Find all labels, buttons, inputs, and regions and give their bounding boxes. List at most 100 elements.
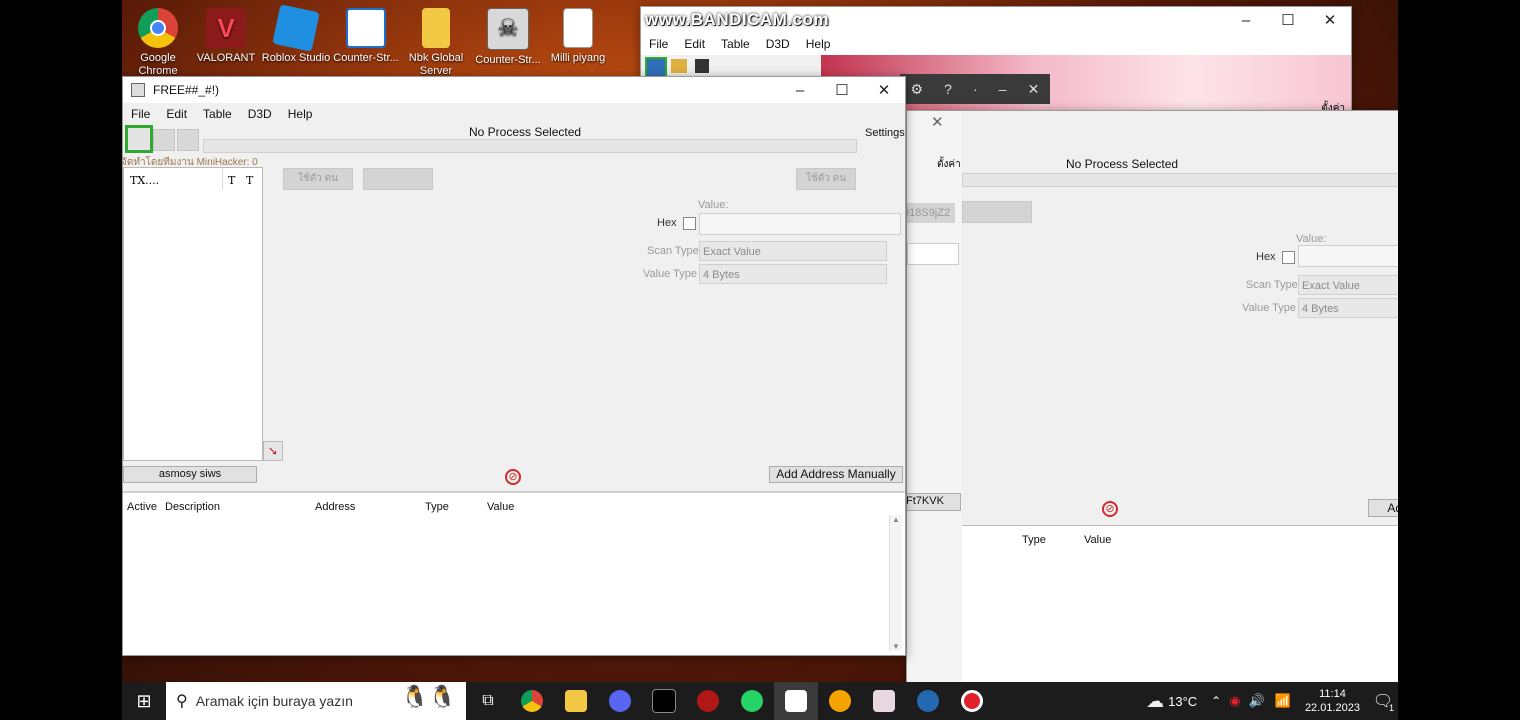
- desktop-icon-chrome[interactable]: Google Chrome: [122, 8, 194, 78]
- found-list[interactable]: TX.... T T: [123, 167, 263, 461]
- start-button[interactable]: ⊞: [122, 682, 166, 720]
- taskbar-bandicam[interactable]: [950, 682, 994, 720]
- menu-table[interactable]: Table: [195, 107, 240, 121]
- address-table-scrollbar[interactable]: ▲ ▼: [889, 515, 902, 651]
- memory-view-button[interactable]: asmosy siws: [123, 466, 257, 483]
- right-window[interactable]: ✕ ตั้งค่า 018S9jZ2 Ft7KVK No Process Sel…: [906, 110, 1398, 687]
- first-scan-button[interactable]: ใช้ตัว ตน: [283, 168, 353, 190]
- minimize-icon[interactable]: –: [999, 81, 1007, 97]
- hex-checkbox[interactable]: [683, 217, 696, 230]
- col-address[interactable]: Address: [315, 501, 355, 513]
- network-icon[interactable]: 📶: [1275, 693, 1291, 709]
- menu-d3d[interactable]: D3D: [240, 107, 280, 121]
- col-active[interactable]: Active: [127, 501, 157, 513]
- open-folder-icon[interactable]: [671, 59, 687, 73]
- tray-chevron-icon[interactable]: ⌃: [1211, 694, 1221, 708]
- taskbar-cheat-engine[interactable]: [906, 682, 950, 720]
- settings-gear-icon[interactable]: ⚙: [911, 81, 924, 98]
- right-value-type-select[interactable]: 4 Bytes: [1298, 298, 1398, 318]
- minimize-button[interactable]: –: [779, 82, 821, 99]
- right-settings-label[interactable]: ตั้งค่า: [937, 157, 961, 172]
- scan-type-label: Scan Type: [647, 245, 699, 257]
- desktop-icon-valorant[interactable]: V VALORANT: [190, 8, 262, 78]
- taskbar-avast[interactable]: [818, 682, 862, 720]
- right-value-type-label: Value Type: [1242, 302, 1297, 314]
- open-process-button[interactable]: [125, 125, 153, 153]
- main-menu: File Edit Table D3D Help: [123, 103, 905, 125]
- desktop-icon-counter-strike-2[interactable]: ☠ Counter-Str...: [472, 8, 544, 80]
- taskbar-chrome[interactable]: [510, 682, 554, 720]
- menu-edit[interactable]: Edit: [158, 107, 195, 121]
- open-file-button[interactable]: [153, 129, 175, 151]
- taskbar-terminal[interactable]: [642, 682, 686, 720]
- notification-count: 1: [1388, 703, 1394, 713]
- right-hex-checkbox[interactable]: [1282, 251, 1295, 264]
- maximize-button[interactable]: ☐: [821, 81, 863, 99]
- menu-help[interactable]: Help: [280, 107, 321, 121]
- menu-table[interactable]: Table: [713, 37, 758, 51]
- right-value-input[interactable]: [1298, 245, 1398, 267]
- memory-view-arrow-icon[interactable]: ➘: [263, 441, 283, 461]
- menu-help[interactable]: Help: [798, 37, 839, 51]
- dark-overlay-toolbar[interactable]: ⚙ ? · – ✕: [900, 74, 1050, 104]
- next-scan-button[interactable]: [363, 168, 433, 190]
- found-list-col-t2: T: [246, 174, 254, 187]
- menu-d3d[interactable]: D3D: [758, 37, 798, 51]
- right-stop-icon[interactable]: ⊘: [1102, 501, 1118, 517]
- right-scan-type-label: Scan Type: [1246, 279, 1298, 291]
- value-input[interactable]: [699, 213, 901, 235]
- taskbar-explorer[interactable]: [554, 682, 598, 720]
- taskbar-active-window[interactable]: [774, 682, 818, 720]
- menu-edit[interactable]: Edit: [676, 37, 713, 51]
- stop-icon[interactable]: ⊘: [505, 469, 521, 485]
- add-address-manually-button[interactable]: Add Address Manually: [769, 466, 903, 483]
- main-window[interactable]: FREE##_#!) – ☐ ✕ File Edit Table D3D Hel…: [122, 76, 906, 656]
- desktop-icon-milli-piyang[interactable]: Milli piyang: [542, 8, 614, 78]
- clock[interactable]: 11:14 22.01.2023: [1305, 687, 1360, 715]
- help-icon[interactable]: ?: [944, 81, 952, 97]
- address-table[interactable]: Active Description Address Type Value ▲ …: [123, 491, 905, 655]
- col-description[interactable]: Description: [165, 501, 220, 513]
- found-list-item[interactable]: TX....: [130, 174, 159, 187]
- right-scan-button[interactable]: [962, 201, 1032, 223]
- right-add-address-button[interactable]: Add: [1368, 499, 1398, 517]
- close-icon[interactable]: ✕: [1028, 81, 1040, 98]
- menu-file[interactable]: File: [123, 107, 158, 121]
- taskbar-game[interactable]: [686, 682, 730, 720]
- undo-scan-button[interactable]: ใช้ตัว ตน: [796, 168, 856, 190]
- menu-file[interactable]: File: [641, 37, 676, 51]
- save-icon[interactable]: [695, 59, 709, 73]
- minimize-button[interactable]: –: [1225, 12, 1267, 29]
- penguin-decoration: 🐧🐧: [401, 684, 456, 709]
- col-type[interactable]: Type: [425, 501, 449, 513]
- task-view-button[interactable]: ⧉: [466, 682, 510, 720]
- right-input-fragment[interactable]: [907, 243, 959, 265]
- found-list-col-t1: T: [228, 174, 236, 187]
- volume-icon[interactable]: 🔊: [1249, 693, 1265, 709]
- taskbar-discord[interactable]: [598, 682, 642, 720]
- desktop-icon-counter-strike-1[interactable]: Counter-Str...: [330, 8, 402, 78]
- document-icon: [563, 8, 593, 48]
- settings-link[interactable]: Settings: [865, 127, 905, 139]
- right-close-button[interactable]: ✕: [931, 113, 944, 131]
- search-box[interactable]: ⚲ Aramak için buraya yazın 🐧🐧: [166, 682, 466, 720]
- col-value[interactable]: Value: [487, 501, 514, 513]
- weather-temp[interactable]: 13°C: [1168, 694, 1197, 709]
- taskbar-whatsapp[interactable]: [730, 682, 774, 720]
- value-type-select[interactable]: 4 Bytes: [699, 264, 887, 284]
- right-col-type[interactable]: Type: [1022, 534, 1046, 546]
- right-col-value[interactable]: Value: [1084, 534, 1111, 546]
- right-scan-type-select[interactable]: Exact Value: [1298, 275, 1398, 295]
- desktop-icon-nbk-global[interactable]: Nbk Global Server: [400, 8, 472, 78]
- desktop-icon-roblox[interactable]: Roblox Studio: [260, 4, 332, 78]
- scan-type-select[interactable]: Exact Value: [699, 241, 887, 261]
- taskbar-notepad[interactable]: [862, 682, 906, 720]
- tray-record-icon[interactable]: ◉: [1229, 693, 1240, 709]
- right-progress-bar: [962, 173, 1398, 187]
- notification-button[interactable]: 🗨 1: [1368, 691, 1398, 713]
- close-button[interactable]: ✕: [1309, 11, 1351, 29]
- right-address-list[interactable]: Type Value: [962, 525, 1398, 686]
- maximize-button[interactable]: ☐: [1267, 11, 1309, 29]
- save-file-button[interactable]: [177, 129, 199, 151]
- close-button[interactable]: ✕: [863, 81, 905, 99]
